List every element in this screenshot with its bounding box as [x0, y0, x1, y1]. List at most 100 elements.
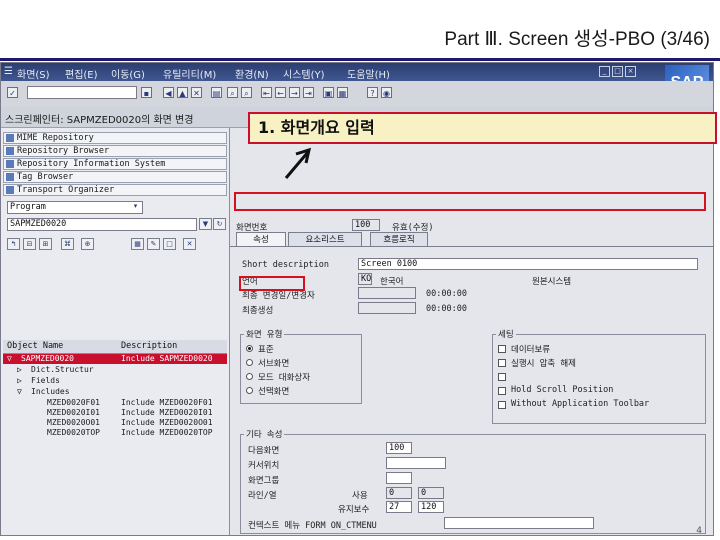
display-icon[interactable]: ▼ [199, 218, 212, 230]
object-type-select[interactable]: Program [7, 201, 143, 214]
radio-selection-screen-label: 선택화면 [258, 387, 290, 397]
screen-group-label: 화면그룹 [248, 476, 280, 486]
standard-toolbar: ✓ ▪ ◀ ▲ ✕ ▤ ⌕ ⌕ ⇤ ← → ⇥ ▣ ▦ ? ◉ [1, 81, 713, 108]
shortcut-icon[interactable]: ▦ [337, 87, 348, 98]
first-page-icon[interactable]: ⇤ [261, 87, 272, 98]
enter-icon[interactable]: ✓ [7, 87, 18, 98]
nav-transport-organizer[interactable]: Transport Organizer [3, 184, 227, 196]
used-columns-field: 0 [418, 487, 444, 499]
nav-repository-browser[interactable]: Repository Browser [3, 145, 227, 157]
next-page-icon[interactable]: → [289, 87, 300, 98]
col-object-name: Object Name [7, 341, 64, 351]
maximize-icon[interactable]: □ [612, 66, 623, 77]
object-navigator: MIME Repository Repository Browser Repos… [1, 128, 230, 535]
maintenance-columns-field[interactable]: 120 [418, 501, 444, 513]
print-icon[interactable]: ▤ [211, 87, 222, 98]
menu-environment[interactable]: 환경(N) [235, 66, 269, 81]
radio-modal-dialog[interactable] [246, 373, 253, 380]
checkbox-switch-off-compression[interactable] [498, 359, 506, 367]
save-icon[interactable]: ▪ [141, 87, 152, 98]
maintenance-lines-field[interactable]: 27 [386, 501, 412, 513]
object-name-field[interactable]: SAPMZED0020 [7, 218, 197, 231]
tree-hierarchy-icon[interactable]: ⌘ [61, 238, 74, 250]
highlight-short-description [234, 192, 706, 211]
nav-tag-browser[interactable]: Tag Browser [3, 171, 227, 183]
tree-row[interactable]: MZED0020F01 Include MZED0020F01 [3, 398, 227, 408]
menu-screen[interactable]: 화면(S) [17, 66, 50, 81]
maintenance-label: 유지보수 [338, 505, 370, 515]
tab-flow-logic[interactable]: 흐름로직 [370, 232, 428, 246]
radio-subscreen[interactable] [246, 359, 253, 366]
tree-row[interactable]: MZED0020TOP Include MZED0020TOP [3, 428, 227, 438]
tree-row[interactable]: MZED0020I01 Include MZED0020I01 [3, 408, 227, 418]
slide-title: Part Ⅲ. Screen 생성-PBO (3/46) [444, 29, 710, 50]
tree-collapse-icon[interactable]: ⊟ [23, 238, 36, 250]
radio-normal[interactable] [246, 345, 253, 352]
tree-up-icon[interactable]: ↰ [7, 238, 20, 250]
layout-icon[interactable]: ◉ [381, 87, 392, 98]
tree-collapse-arrow-icon[interactable]: ▽ [17, 387, 22, 396]
nav-mime-repository[interactable]: MIME Repository [3, 132, 227, 144]
tree-row[interactable]: Dict.Structur [3, 365, 227, 375]
close-icon[interactable]: × [625, 66, 636, 77]
menu-bar: ☰ 화면(S) 편집(E) 이동(G) 유틸리티(M) 환경(N) 시스템(Y)… [1, 63, 713, 81]
checkbox-hold-scroll-position[interactable] [498, 387, 506, 395]
menu-system[interactable]: 시스템(Y) [283, 66, 325, 81]
tree-header: Object Name Description [3, 340, 227, 354]
language-code-field: KO [358, 273, 372, 285]
back-icon[interactable]: ◀ [163, 87, 174, 98]
truck-icon [6, 186, 14, 194]
menu-goto[interactable]: 이동(G) [111, 66, 145, 81]
tree-row[interactable]: Includes [3, 387, 227, 397]
tab-attributes[interactable]: 속성 [236, 232, 286, 247]
checkbox-setting-3[interactable] [498, 373, 506, 381]
screen-group-field[interactable] [386, 472, 412, 484]
menu-edit[interactable]: 편집(E) [65, 66, 98, 81]
lines-columns-label: 라인/열 [248, 491, 277, 501]
nav-repository-info-system[interactable]: Repository Information System [3, 158, 227, 170]
tree-create-icon[interactable]: □ [163, 238, 176, 250]
checkbox-without-app-toolbar[interactable] [498, 401, 506, 409]
short-description-field[interactable]: Screen 0100 [358, 258, 698, 270]
tree-expand-arrow-icon[interactable]: ▷ [17, 365, 22, 374]
tab-element-list[interactable]: 요소리스트 [288, 232, 362, 246]
command-field[interactable] [27, 86, 137, 99]
dropdown-icon[interactable]: ▾ [129, 201, 142, 213]
tree-row[interactable]: MZED0020O01 Include MZED0020O01 [3, 418, 227, 428]
tree-expand-arrow-icon[interactable]: ▷ [17, 376, 22, 385]
exit-icon[interactable]: ▲ [177, 87, 188, 98]
context-menu-form-field[interactable] [444, 517, 594, 529]
new-session-icon[interactable]: ▣ [323, 87, 334, 98]
tree-row[interactable]: Fields [3, 376, 227, 386]
folder-icon [6, 160, 14, 168]
tree-where-used-icon[interactable]: ⊕ [81, 238, 94, 250]
checkbox-hold-data[interactable] [498, 345, 506, 353]
prev-page-icon[interactable]: ← [275, 87, 286, 98]
find-next-icon[interactable]: ⌕ [241, 87, 252, 98]
tree-display-icon[interactable]: ▦ [131, 238, 144, 250]
menu-help[interactable]: 도움말(H) [347, 66, 390, 81]
next-screen-field[interactable]: 100 [386, 442, 412, 454]
cancel-icon[interactable]: ✕ [191, 87, 202, 98]
used-label: 사용 [352, 491, 368, 501]
find-icon[interactable]: ⌕ [227, 87, 238, 98]
page-number: 4 [696, 526, 702, 536]
window-menu-icon[interactable]: ☰ [4, 66, 13, 77]
help-icon[interactable]: ? [367, 87, 378, 98]
tree-edit-icon[interactable]: ✎ [147, 238, 160, 250]
radio-selection-screen[interactable] [246, 387, 253, 394]
tree-collapse-arrow-icon[interactable]: ▽ [7, 354, 12, 363]
tree-row[interactable]: SAPMZED0020 Include SAPMZED0020 [3, 354, 227, 364]
used-lines-field: 0 [386, 487, 412, 499]
menu-utilities[interactable]: 유틸리티(M) [163, 66, 216, 81]
cursor-position-label: 커서위치 [248, 461, 280, 471]
hold-scroll-position-label: Hold Scroll Position [511, 385, 614, 395]
cursor-position-field[interactable] [386, 457, 446, 469]
minimize-icon[interactable]: _ [599, 66, 610, 77]
language-name: 한국어 [380, 277, 404, 287]
col-description: Description [121, 341, 178, 351]
tree-expand-icon[interactable]: ⊞ [39, 238, 52, 250]
refresh-icon[interactable]: ↻ [213, 218, 226, 230]
tree-close-icon[interactable]: ✕ [183, 238, 196, 250]
last-page-icon[interactable]: ⇥ [303, 87, 314, 98]
